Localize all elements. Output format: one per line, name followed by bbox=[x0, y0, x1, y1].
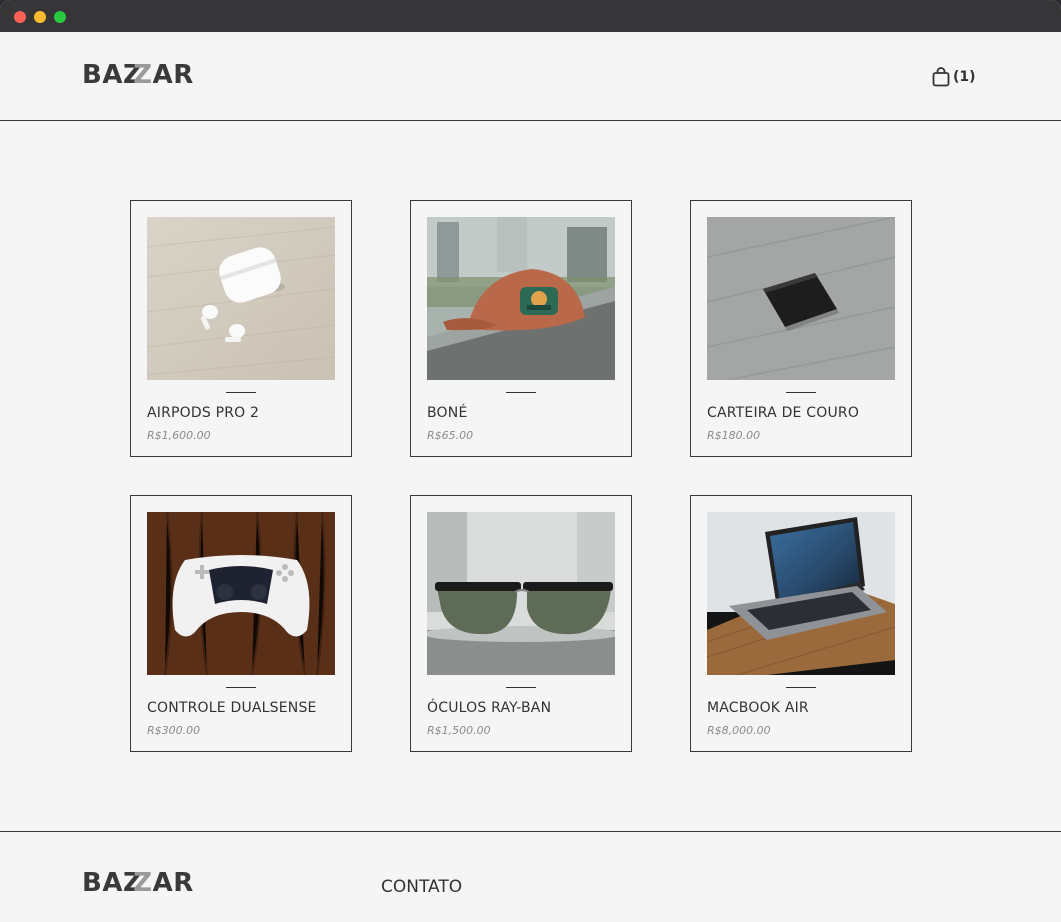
logo-text-accent: Z bbox=[133, 60, 153, 90]
shopping-bag-icon bbox=[932, 67, 950, 87]
product-name: CONTROLE DUALSENSE bbox=[147, 700, 317, 716]
cart-button[interactable]: (1) bbox=[932, 66, 976, 88]
product-card-carteira[interactable]: CARTEIRA DE COURO R$180.00 bbox=[690, 200, 912, 457]
product-price: R$1,500.00 bbox=[427, 724, 491, 737]
logo-text-end: AR bbox=[152, 60, 194, 90]
product-name: AIRPODS PRO 2 bbox=[147, 405, 260, 421]
close-window-button[interactable] bbox=[14, 11, 26, 23]
product-card-dualsense[interactable]: CONTROLE DUALSENSE R$300.00 bbox=[130, 495, 352, 752]
laptop-photo bbox=[707, 512, 895, 675]
controller-photo bbox=[147, 512, 335, 675]
browser-window: BAZZAR (1) AIRPODS PRO 2 R$1,600.00 BONÉ… bbox=[0, 0, 1061, 922]
airpods-photo bbox=[147, 217, 335, 380]
logo-text-accent: Z bbox=[133, 868, 153, 898]
card-divider bbox=[226, 392, 256, 393]
maximize-window-button[interactable] bbox=[54, 11, 66, 23]
window-titlebar bbox=[0, 0, 1061, 32]
logo-text-end: AR bbox=[152, 868, 194, 898]
minimize-window-button[interactable] bbox=[34, 11, 46, 23]
site-footer: BAZZAR CONTATO bbox=[0, 831, 1061, 922]
site-header: BAZZAR (1) bbox=[0, 32, 1061, 121]
product-price: R$65.00 bbox=[427, 429, 474, 442]
contact-link[interactable]: CONTATO bbox=[381, 877, 462, 897]
product-card-oculos[interactable]: ÓCULOS RAY-BAN R$1,500.00 bbox=[410, 495, 632, 752]
card-divider bbox=[786, 392, 816, 393]
product-card-bone[interactable]: BONÉ R$65.00 bbox=[410, 200, 632, 457]
sunglasses-photo bbox=[427, 512, 615, 675]
product-price: R$180.00 bbox=[707, 429, 761, 442]
product-name: ÓCULOS RAY-BAN bbox=[427, 700, 552, 716]
product-card-macbook[interactable]: MACBOOK AIR R$8,000.00 bbox=[690, 495, 912, 752]
product-name: MACBOOK AIR bbox=[707, 700, 809, 716]
product-name: BONÉ bbox=[427, 405, 468, 421]
card-divider bbox=[226, 687, 256, 688]
cap-photo bbox=[427, 217, 615, 380]
cart-count: (1) bbox=[953, 69, 976, 85]
card-divider bbox=[506, 687, 536, 688]
product-price: R$8,000.00 bbox=[707, 724, 771, 737]
card-divider bbox=[786, 687, 816, 688]
product-price: R$300.00 bbox=[147, 724, 201, 737]
card-divider bbox=[506, 392, 536, 393]
product-price: R$1,600.00 bbox=[147, 429, 211, 442]
footer-logo[interactable]: BAZZAR bbox=[82, 868, 194, 898]
product-card-airpods[interactable]: AIRPODS PRO 2 R$1,600.00 bbox=[130, 200, 352, 457]
product-name: CARTEIRA DE COURO bbox=[707, 405, 860, 421]
header-logo[interactable]: BAZZAR bbox=[82, 60, 194, 90]
wallet-photo bbox=[707, 217, 895, 380]
